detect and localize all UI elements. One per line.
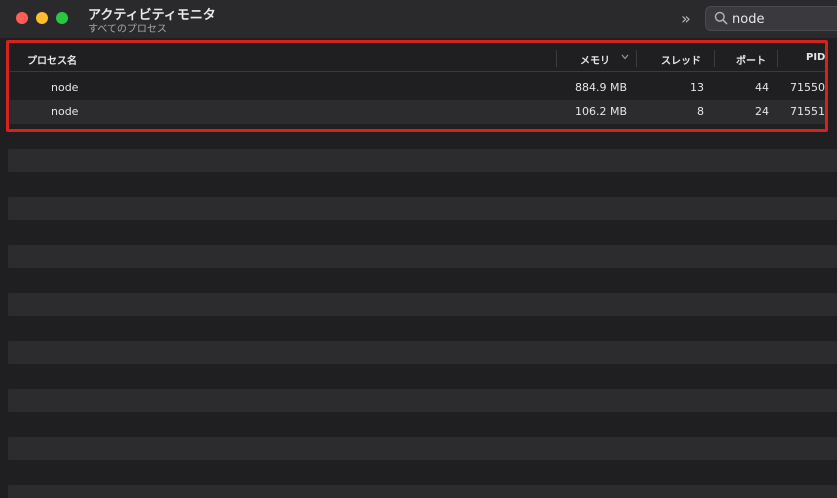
empty-row-stripe (8, 485, 837, 498)
empty-row-stripe (8, 197, 837, 220)
column-header-ports[interactable]: ポート (736, 52, 766, 67)
column-divider[interactable] (777, 50, 778, 67)
zoom-window-button[interactable] (56, 12, 68, 24)
search-field[interactable] (705, 6, 837, 31)
empty-row-stripe (8, 437, 837, 460)
activity-monitor-window: アクティビティモニタ すべてのプロセス » プロセス名 メモリ スレッド ポート (0, 0, 837, 498)
column-divider[interactable] (636, 50, 637, 67)
pid-cell: 71550 (790, 81, 825, 94)
column-divider[interactable] (714, 50, 715, 67)
ports-cell: 24 (755, 105, 769, 118)
table-header: プロセス名 メモリ スレッド ポート PID (10, 47, 827, 71)
ports-cell: 44 (755, 81, 769, 94)
empty-row-stripe (8, 245, 837, 268)
table-row[interactable]: node 884.9 MB 13 44 71550 (10, 76, 827, 100)
column-header-pid[interactable]: PID (806, 52, 825, 63)
threads-cell: 13 (690, 81, 704, 94)
process-name-cell: node (51, 105, 79, 118)
column-header-threads[interactable]: スレッド (661, 52, 701, 67)
empty-row-stripe (8, 389, 837, 412)
column-header-process-name[interactable]: プロセス名 (27, 52, 77, 67)
search-icon (714, 11, 728, 25)
empty-row-stripe (8, 293, 837, 316)
threads-cell: 8 (697, 105, 704, 118)
column-divider[interactable] (556, 50, 557, 67)
empty-row-stripe (8, 341, 837, 364)
memory-cell: 884.9 MB (574, 81, 627, 94)
table-row[interactable]: node 106.2 MB 8 24 71551 (10, 100, 827, 124)
column-header-memory[interactable]: メモリ (580, 52, 610, 67)
header-divider (10, 71, 827, 72)
chevron-down-icon (621, 54, 629, 60)
close-window-button[interactable] (16, 12, 28, 24)
toolbar-overflow-button[interactable]: » (681, 9, 691, 28)
title-bar: アクティビティモニタ すべてのプロセス » (0, 0, 837, 38)
search-input[interactable] (732, 9, 837, 29)
process-table: プロセス名 メモリ スレッド ポート PID node 884.9 MB 13 … (0, 38, 837, 498)
empty-row-stripe (8, 149, 837, 172)
pid-cell: 71551 (790, 105, 825, 118)
minimize-window-button[interactable] (36, 12, 48, 24)
window-subtitle: すべてのプロセス (88, 24, 167, 35)
process-name-cell: node (51, 81, 79, 94)
memory-cell: 106.2 MB (574, 105, 627, 118)
